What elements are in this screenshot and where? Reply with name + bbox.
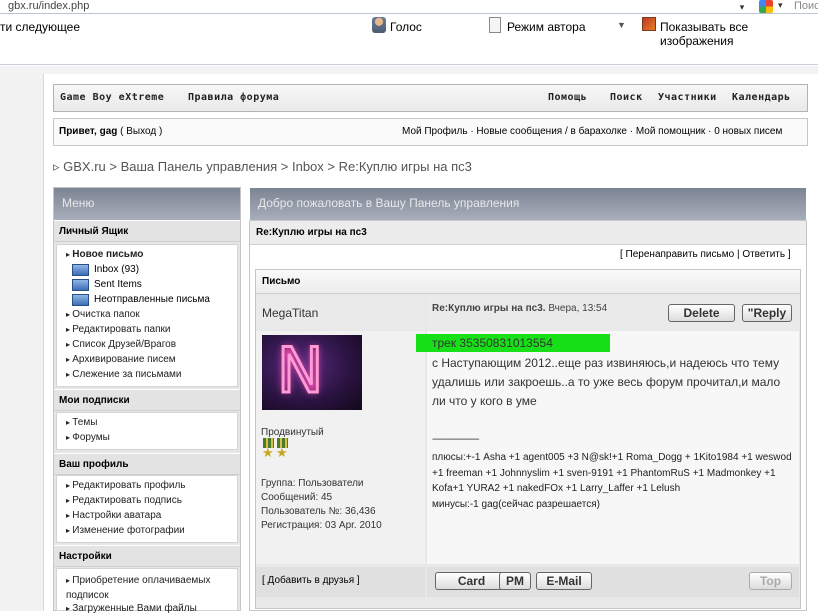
menu-title: Меню xyxy=(54,188,240,220)
chevron-down-icon[interactable]: ▼ xyxy=(617,20,626,30)
medal-icon: ★ xyxy=(262,438,274,460)
menu-section-settings: Настройки xyxy=(54,545,240,567)
panel-title: Добро пожаловать в Вашу Панель управлени… xyxy=(250,188,806,220)
pm-button[interactable]: PM xyxy=(499,572,531,590)
user-registered: Регистрация: 03 Apr. 2010 xyxy=(261,520,382,531)
signature-separator: -------------------- xyxy=(432,434,480,445)
post-subject: Re:Куплю игры на пс3. xyxy=(432,303,546,314)
folder-icon xyxy=(72,294,89,306)
user-greeting: Привет, gag ( Выход ) xyxy=(59,126,162,137)
nav-help-link[interactable]: Помощь xyxy=(548,92,587,103)
url-text[interactable]: gbx.ru/index.php xyxy=(8,0,89,12)
user-rank: Продвинутый xyxy=(261,427,324,438)
menu-section-profile: Ваш профиль xyxy=(54,453,240,475)
page-icon[interactable] xyxy=(489,17,501,33)
voice-button[interactable]: Голос xyxy=(390,20,422,34)
search-input[interactable]: Поис xyxy=(794,0,818,12)
menu-item-avatar-settings[interactable]: Настройки аватара xyxy=(66,510,161,521)
menu-item-tracking[interactable]: Слежение за письмами xyxy=(66,369,181,380)
menu-item-edit-folders[interactable]: Редактировать папки xyxy=(66,324,170,335)
user-posts: Сообщений: 45 xyxy=(261,492,333,503)
email-button[interactable]: E-Mail xyxy=(536,572,592,590)
chevron-down-icon[interactable]: ▾ xyxy=(778,0,783,11)
menu-item-friends-list[interactable]: Список Друзей/Врагов xyxy=(66,339,176,350)
author-mode-button[interactable]: Режим автора xyxy=(507,20,586,34)
nav-members-link[interactable]: Участники xyxy=(658,92,717,103)
menu-item-paid-subscriptions[interactable]: Приобретение оплачиваемых подписок xyxy=(66,573,216,603)
message-subject: Re:Куплю игры на пс3 xyxy=(250,221,806,245)
find-next-button[interactable]: ти следующее xyxy=(0,20,80,34)
address-bar[interactable] xyxy=(0,0,818,14)
track-number: трек 35350831013554 xyxy=(432,336,553,350)
chevron-down-icon[interactable]: ▾ xyxy=(735,0,749,14)
card-button[interactable]: Card xyxy=(435,572,508,590)
menu-item-edit-profile[interactable]: Редактировать профиль xyxy=(66,480,185,491)
post-text: с Наступающим 2012..еще раз извиняюсь,и … xyxy=(432,356,781,408)
post-date: Вчера, 13:54 xyxy=(548,303,608,314)
signature-plus: плюсы:+-1 Asha +1 agent005 +3 N@sk!+1 Ro… xyxy=(432,452,792,494)
menu-item-topics[interactable]: Темы xyxy=(66,417,97,428)
reply-label: Reply xyxy=(753,306,787,320)
top-button[interactable]: Top xyxy=(749,572,792,590)
show-images-button[interactable]: Показывать все изображения xyxy=(660,20,818,48)
breadcrumb[interactable]: ▹ GBX.ru > Ваша Панель управления > Inbo… xyxy=(53,159,472,175)
folder-unsent[interactable]: Неотправленные письма xyxy=(94,294,210,305)
menu-item-edit-signature[interactable]: Редактировать подпись xyxy=(66,495,182,506)
reply-button[interactable]: "Reply xyxy=(742,304,792,322)
add-friend-link[interactable]: [ Добавить в друзья ] xyxy=(256,567,425,597)
medal-icon: ★ xyxy=(276,438,288,460)
nav-search-link[interactable]: Поиск xyxy=(610,92,643,103)
delete-button[interactable]: Delete xyxy=(668,304,735,322)
menu-item-uploaded-files[interactable]: Загруженные Вами файлы xyxy=(66,603,197,614)
folder-icon xyxy=(72,264,89,276)
voice-icon[interactable] xyxy=(372,17,386,33)
menu-item-clear-folders[interactable]: Очистка папок xyxy=(66,309,139,320)
folder-inbox[interactable]: Inbox (93) xyxy=(94,264,139,275)
user-number: Пользователь №: 36,436 xyxy=(261,506,376,517)
image-icon[interactable] xyxy=(642,17,656,31)
menu-section-mailbox: Личный Ящик xyxy=(54,220,240,242)
letter-label: Письмо xyxy=(256,270,800,294)
user-links[interactable]: Мой Профиль · Новые сообщения / в барахо… xyxy=(402,126,782,137)
folder-icon xyxy=(72,279,89,291)
logout-link[interactable]: ( Выход ) xyxy=(120,126,162,137)
new-message-link[interactable]: Новое письмо xyxy=(66,249,143,260)
post-title: Re:Куплю игры на пс3. Вчера, 13:54 xyxy=(432,303,607,314)
author-name[interactable]: MegaTitan xyxy=(256,297,425,329)
greeting-text[interactable]: Привет, gag xyxy=(59,126,117,137)
forward-reply-links[interactable]: [ Перенаправить письмо | Ответить ] xyxy=(620,249,791,260)
avatar-letter-image: N xyxy=(275,334,324,407)
google-search-icon[interactable] xyxy=(759,0,773,13)
signature: плюсы:+-1 Asha +1 agent005 +3 N@sk!+1 Ro… xyxy=(432,450,798,512)
menu-item-archive[interactable]: Архивирование писем xyxy=(66,354,175,365)
menu-section-subscriptions: Мои подписки xyxy=(54,389,240,411)
menu-item-photo[interactable]: Изменение фотографии xyxy=(66,525,185,536)
nav-calendar-link[interactable]: Календарь xyxy=(732,92,791,103)
nav-brand-link[interactable]: Game Boy eXtreme xyxy=(60,92,164,103)
signature-minus: минусы:-1 gag(сейчас разрешается) xyxy=(432,498,600,510)
folder-sent[interactable]: Sent Items xyxy=(94,279,142,290)
user-group: Группа: Пользователи xyxy=(261,478,364,489)
nav-rules-link[interactable]: Правила форума xyxy=(188,92,279,103)
menu-item-forums[interactable]: Форумы xyxy=(66,432,110,443)
